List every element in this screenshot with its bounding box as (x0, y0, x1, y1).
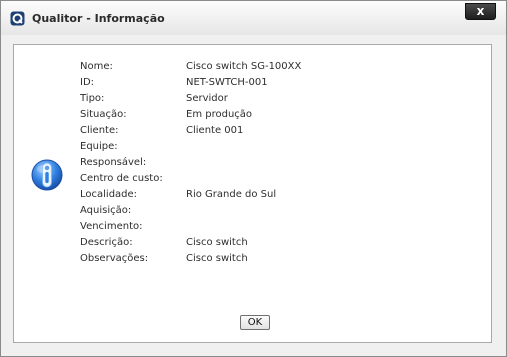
field-value: NET-SWTCH-001 (186, 77, 268, 88)
field-label: Observações: (80, 253, 149, 264)
field-value: Cisco switch (186, 237, 248, 248)
field-label: Nome: (80, 61, 113, 72)
field-label: Equipe: (80, 141, 118, 152)
field-value: Em produção (186, 109, 253, 120)
qualitor-logo-icon (10, 11, 25, 26)
field-label: Vencimento: (80, 221, 143, 232)
info-icon (31, 159, 63, 191)
field-value: Cisco switch (186, 253, 248, 264)
field-label: Tipo: (80, 93, 105, 104)
ok-button[interactable]: OK (240, 315, 270, 330)
field-label: Descrição: (80, 237, 133, 248)
field-value: Rio Grande do Sul (186, 189, 277, 200)
field-label: Centro de custo: (80, 173, 163, 184)
field-label: Aquisição: (80, 205, 132, 216)
field-label: Localidade: (80, 189, 138, 200)
field-value: Cliente 001 (186, 125, 244, 136)
field-label: Situação: (80, 109, 127, 120)
close-button[interactable]: x (465, 3, 496, 20)
field-value: Servidor (186, 93, 228, 104)
field-label: ID: (80, 77, 95, 88)
info-dialog: Qualitor - Informação x Nome: Cisco swit… (0, 0, 507, 357)
dialog-title: Qualitor - Informação (32, 12, 165, 25)
info-panel: Nome: Cisco switch SG-100XX ID: NET-SWTC… (13, 44, 492, 343)
field-label: Cliente: (80, 125, 119, 136)
dialog-titlebar: Qualitor - Informação x (1, 1, 506, 35)
field-value: Cisco switch SG-100XX (186, 61, 302, 72)
field-label: Responsável: (80, 157, 147, 168)
